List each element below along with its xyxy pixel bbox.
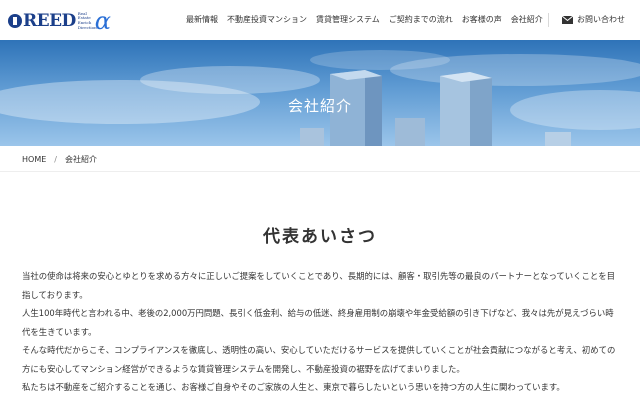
logo-emblem-icon [8,14,22,28]
contact-link[interactable]: お問い合わせ [562,14,625,25]
greeting-paragraph: そんな時代だからこそ、コンプライアンスを徹底し、透明性の高い、安心していただける… [22,345,616,374]
nav-item-company[interactable]: 会社紹介 [511,14,543,25]
greeting-paragraph: 人生100年時代と言われる中、老後の2,000万円問題、長引く低金利、給与の低迷… [22,308,614,337]
nav-item-investment-mansion[interactable]: 不動産投資マンション [227,14,307,25]
breadcrumb: HOME / 会社紹介 [22,154,97,165]
breadcrumb-divider [0,171,640,172]
contact-label: お問い合わせ [577,15,625,24]
site-header: REED Real Estate Enrich Direction α 最新情報… [0,0,640,40]
greeting-heading: 代表あいさつ [263,227,377,247]
breadcrumb-separator: / [54,155,57,164]
greeting-body: 当社の使命は将来の安心とゆとりを求める方々に正しいご提案をしていくことであり、長… [22,267,620,397]
breadcrumb-current: 会社紹介 [64,155,97,164]
main-nav: 最新情報 不動産投資マンション 賃貸管理システム ご契約までの流れ お客様の声 … [186,14,552,25]
greeting-paragraph: 私たちは不動産をご紹介することを通じ、お客様ご自身やそのご家族の人生と、東京で暮… [22,382,565,392]
nav-item-rental-management[interactable]: 賃貸管理システム [316,14,380,25]
page-title: 会社紹介 [287,97,352,115]
logo-wordmark: REED [23,10,76,31]
logo-alpha-mark: α [94,7,111,35]
nav-divider [548,13,549,27]
breadcrumb-home-link[interactable]: HOME [22,155,46,164]
greeting-paragraph: 当社の使命は将来の安心とゆとりを求める方々に正しいご提案をしていくことであり、長… [22,271,616,300]
mail-icon [562,15,573,24]
nav-item-customer-voice[interactable]: お客様の声 [462,14,502,25]
hero-cityscape-image [0,50,640,146]
reed-logo[interactable]: REED Real Estate Enrich Direction α [8,7,112,35]
nav-item-contract-flow[interactable]: ご契約までの流れ [389,14,453,25]
nav-item-news[interactable]: 最新情報 [186,14,218,25]
hero-banner: 会社紹介 [0,40,640,146]
